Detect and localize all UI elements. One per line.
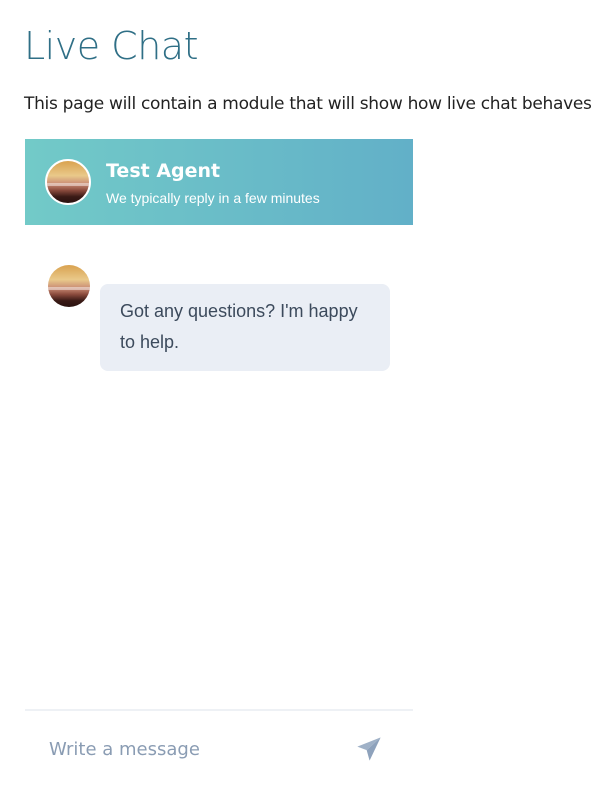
message-input[interactable] xyxy=(49,735,339,763)
send-button[interactable] xyxy=(355,733,387,765)
agent-name: Test Agent xyxy=(106,160,221,182)
agent-avatar xyxy=(45,159,91,205)
message-avatar xyxy=(48,265,90,307)
page-title: Live Chat xyxy=(24,24,198,68)
agent-message-bubble: Got any questions? I'm happy to help. xyxy=(100,284,390,371)
chat-widget: Test Agent We typically reply in a few m… xyxy=(25,139,413,806)
page-intro: This page will contain a module that wil… xyxy=(24,94,592,114)
message-composer xyxy=(25,709,413,806)
paper-plane-icon xyxy=(357,737,381,761)
agent-status: We typically reply in a few minutes xyxy=(106,190,320,206)
chat-header: Test Agent We typically reply in a few m… xyxy=(25,139,413,225)
